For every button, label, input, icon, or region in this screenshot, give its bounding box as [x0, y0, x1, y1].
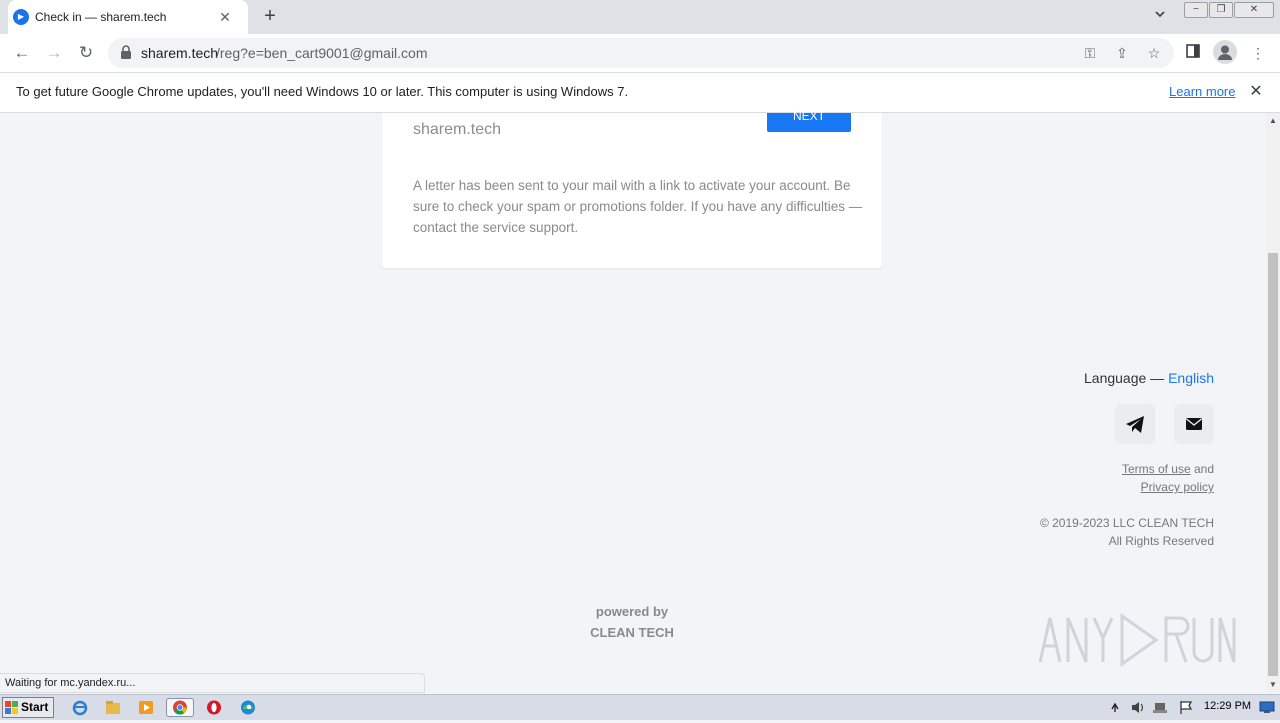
edge-icon[interactable]	[237, 698, 259, 717]
terms-line: Terms of use and	[1122, 462, 1214, 476]
site-favicon-icon: ▶	[13, 9, 29, 25]
privacy-policy-link[interactable]: Privacy policy	[1141, 480, 1214, 494]
url-path: /reg?e=ben_cart9001@gmail.com	[216, 45, 428, 61]
profile-avatar-icon[interactable]	[1213, 40, 1237, 64]
window-close-button[interactable]: ✕	[1234, 2, 1274, 18]
forward-button[interactable]: →	[42, 41, 66, 65]
powered-by-label: powered by	[595, 604, 669, 619]
scrollbar-thumb[interactable]	[1268, 253, 1278, 676]
show-desktop-icon[interactable]	[1258, 699, 1276, 715]
window-maximize-button[interactable]: ❐	[1209, 2, 1233, 18]
scroll-up-icon[interactable]: ▲	[1266, 115, 1280, 127]
windows-logo-icon	[5, 701, 18, 714]
language-label: Language —	[1084, 370, 1169, 386]
terms-and-text: and	[1190, 462, 1214, 476]
file-explorer-icon[interactable]	[102, 698, 124, 717]
anyrun-watermark-logo	[1036, 606, 1236, 672]
rights-reserved-text: All Rights Reserved	[1108, 534, 1214, 548]
tray-expand-icon	[1111, 702, 1119, 712]
terms-of-use-link[interactable]: Terms of use	[1122, 462, 1191, 476]
infobar-close-icon[interactable]: ✕	[1246, 82, 1266, 102]
url-host: sharem.tech	[141, 45, 219, 61]
tab-search-icon[interactable]	[1150, 8, 1170, 26]
volume-icon	[1132, 702, 1139, 713]
chrome-menu-icon[interactable]: ⋮	[1248, 43, 1268, 63]
opera-icon[interactable]	[203, 698, 225, 717]
email-button[interactable]	[1174, 404, 1214, 444]
share-icon[interactable]: ⇪	[1112, 43, 1132, 63]
window-minimize-button[interactable]: −	[1184, 2, 1208, 18]
confirmation-message: A letter has been sent to your mail with…	[413, 178, 863, 235]
privacy-line: Privacy policy	[1141, 480, 1214, 494]
bookmark-star-icon[interactable]: ☆	[1144, 43, 1164, 63]
reload-button[interactable]: ↻	[74, 41, 98, 65]
taskbar-clock[interactable]: 12:29 PM	[1204, 700, 1251, 712]
powered-by-brand: CLEAN TECH	[590, 625, 674, 640]
status-text: Waiting for mc.yandex.ru...	[5, 677, 136, 689]
tab-close-icon[interactable]: ✕	[216, 8, 234, 26]
new-tab-button[interactable]: +	[258, 5, 282, 29]
flag-icon	[1180, 701, 1193, 714]
scroll-down-icon[interactable]: ▼	[1266, 679, 1280, 691]
start-label: Start	[21, 700, 49, 714]
media-player-icon[interactable]	[135, 698, 157, 717]
copyright-text: © 2019-2023 LLC CLEAN TECH	[1039, 516, 1214, 530]
chrome-taskbar-icon[interactable]	[166, 698, 194, 717]
language-selector: Language — English	[1084, 370, 1214, 386]
telegram-icon	[1126, 416, 1144, 433]
tab-title: Check in — sharem.tech	[35, 10, 167, 24]
site-name: sharem.tech	[413, 121, 502, 138]
mail-icon	[1186, 418, 1202, 430]
language-link[interactable]: English	[1168, 370, 1214, 386]
lock-icon[interactable]	[120, 45, 134, 59]
infobar-message: To get future Google Chrome updates, you…	[16, 84, 629, 99]
back-button[interactable]: ←	[10, 41, 34, 65]
next-button[interactable]: NEXT	[767, 110, 851, 132]
side-panel-icon[interactable]	[1183, 43, 1203, 63]
telegram-button[interactable]	[1115, 404, 1155, 444]
learn-more-link[interactable]: Learn more	[1169, 84, 1235, 99]
key-icon[interactable]: ⚿	[1080, 43, 1100, 63]
system-tray	[1103, 697, 1278, 718]
internet-explorer-icon[interactable]	[69, 698, 91, 717]
